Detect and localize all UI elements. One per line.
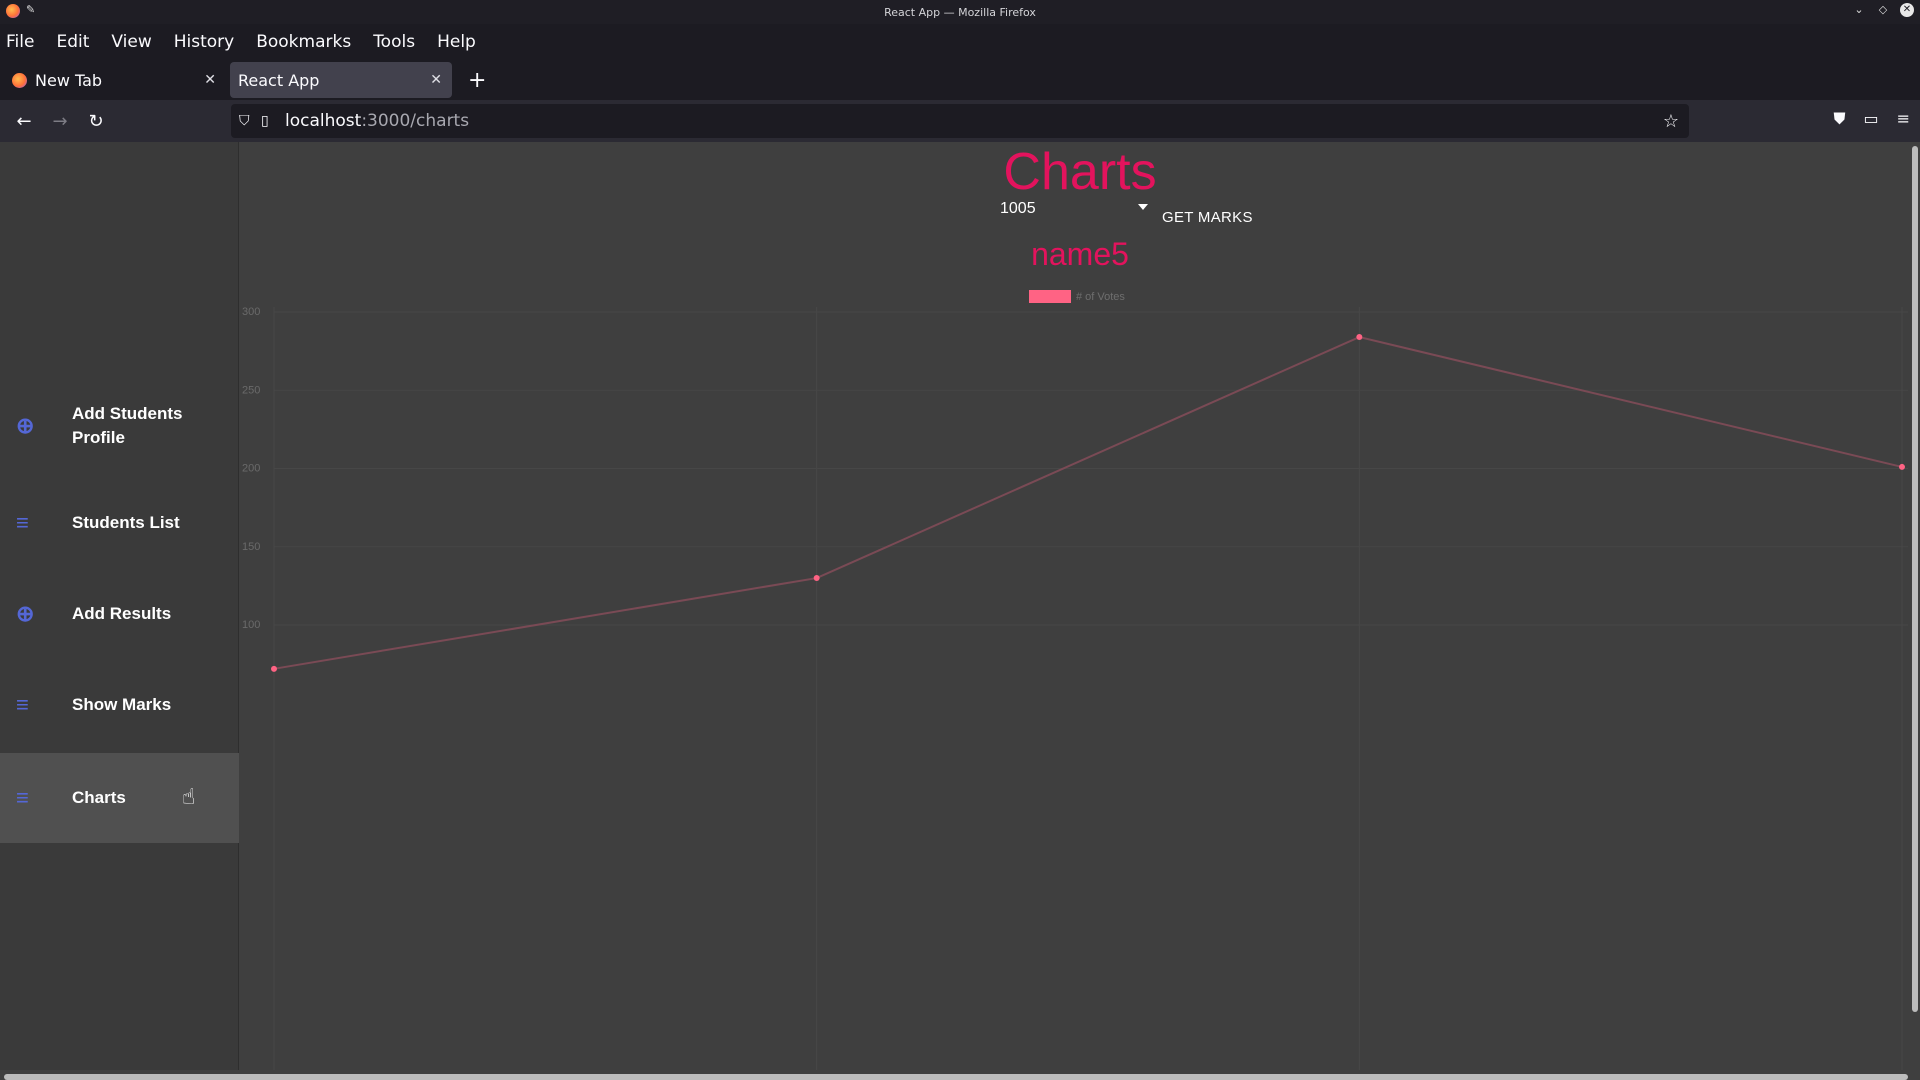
data-point[interactable] [1356,334,1363,341]
close-tab-icon[interactable]: ✕ [430,72,442,88]
menu-edit[interactable]: Edit [56,32,89,52]
add-circle-icon: ⊕ [16,601,35,626]
data-point[interactable] [813,575,820,582]
reload-icon[interactable]: ↻ [78,111,114,132]
list-icon: ≡ [16,692,29,717]
menu-bar: File Edit View History Bookmarks Tools H… [0,24,1920,60]
tab-react-app[interactable]: React App ✕ [230,62,452,98]
bookmark-star-icon[interactable]: ☆ [1663,111,1679,132]
sidebar-item-charts[interactable]: ≡ Charts [0,753,239,843]
tab-label: React App [238,70,320,90]
close-tab-icon[interactable]: ✕ [204,72,216,88]
page-content: ⊕ Add Students Profile ≡ Students List ⊕… [0,142,1920,1080]
y-tick-label: 300 [242,306,260,318]
pin-icon[interactable]: ✎ [26,4,38,16]
sidebar-item-students-list[interactable]: ≡ Students List [0,491,239,555]
menu-bookmarks[interactable]: Bookmarks [256,32,351,52]
new-tab-plus-icon[interactable]: + [468,68,486,93]
chart-series [271,334,1905,672]
y-axis-ticks: 300 250 200 150 100 [242,306,260,631]
legend-label[interactable]: # of Votes [1076,291,1125,303]
folder-icon[interactable]: ▭ [1863,109,1878,129]
main-area: Charts 1005 GET MARKS name5 # of Votes 3… [240,142,1908,1070]
url-host: localhost [285,111,362,131]
list-icon: ≡ [16,510,29,535]
list-icon: ≡ [16,785,29,810]
firefox-favicon-icon [12,72,27,88]
y-tick-label: 100 [242,619,260,631]
window-titlebar: ✎ React App — Mozilla Firefox ⌄ ◇ ✕ [0,0,1920,24]
sidebar-item-label: Add Students Profile [72,404,183,447]
tab-label: New Tab [35,70,103,90]
menu-tools[interactable]: Tools [373,32,415,52]
hamburger-menu-icon[interactable]: ≡ [1897,109,1910,129]
tab-bar: New Tab ✕ React App ✕ + [0,60,1920,100]
url-path: :3000/charts [361,111,470,131]
page-icon[interactable]: ▯ [261,113,285,129]
sidebar-item-label: Add Results [72,604,172,623]
minimize-icon[interactable]: ⌄ [1852,3,1866,17]
sidebar-item-label: Show Marks [72,695,172,714]
menu-help[interactable]: Help [437,32,476,52]
chart-title: name5 [1031,236,1129,272]
pocket-icon[interactable]: ⛊ [1833,109,1845,129]
series-line [273,335,1903,670]
sidebar: ⊕ Add Students Profile ≡ Students List ⊕… [0,142,239,1070]
sidebar-item-add-results[interactable]: ⊕ Add Results [0,582,239,646]
menu-history[interactable]: History [174,32,234,52]
line-chart: name5 # of Votes 300 250 200 150 100 [242,236,1908,1070]
sidebar-item-label: Charts [72,788,126,807]
chart-grid [273,307,1908,1070]
legend-swatch[interactable] [1029,290,1071,303]
maximize-icon[interactable]: ◇ [1876,3,1890,17]
y-tick-label: 150 [242,541,260,553]
data-point[interactable] [1899,463,1905,470]
hand-cursor-icon: ☝ [182,785,196,810]
vertical-scrollbar[interactable] [1912,146,1918,1012]
sidebar-item-show-marks[interactable]: ≡ Show Marks [0,673,239,737]
forward-arrow-icon[interactable]: → [42,111,78,132]
sidebar-item-add-students-profile[interactable]: ⊕ Add Students Profile [0,394,239,458]
tab-new-tab[interactable]: New Tab ✕ [4,62,226,98]
window-title: React App — Mozilla Firefox [884,5,1036,19]
sidebar-item-label: Students List [72,513,180,532]
nav-bar: ← → ↻ ⛉ ▯ localhost:3000/charts ☆ ⛊ ▭ ≡ [0,100,1920,142]
menu-file[interactable]: File [6,32,34,52]
y-tick-label: 250 [242,384,260,396]
add-circle-icon: ⊕ [16,413,35,438]
back-arrow-icon[interactable]: ← [6,111,42,132]
horizontal-scrollbar[interactable] [4,1074,1908,1080]
y-tick-label: 200 [242,463,260,475]
url-bar[interactable]: ⛉ ▯ localhost:3000/charts ☆ [231,104,1689,138]
close-window-icon[interactable]: ✕ [1900,3,1914,17]
data-point[interactable] [271,665,277,672]
firefox-logo-icon [6,4,20,18]
shield-icon[interactable]: ⛉ [239,113,261,129]
menu-view[interactable]: View [111,32,151,52]
